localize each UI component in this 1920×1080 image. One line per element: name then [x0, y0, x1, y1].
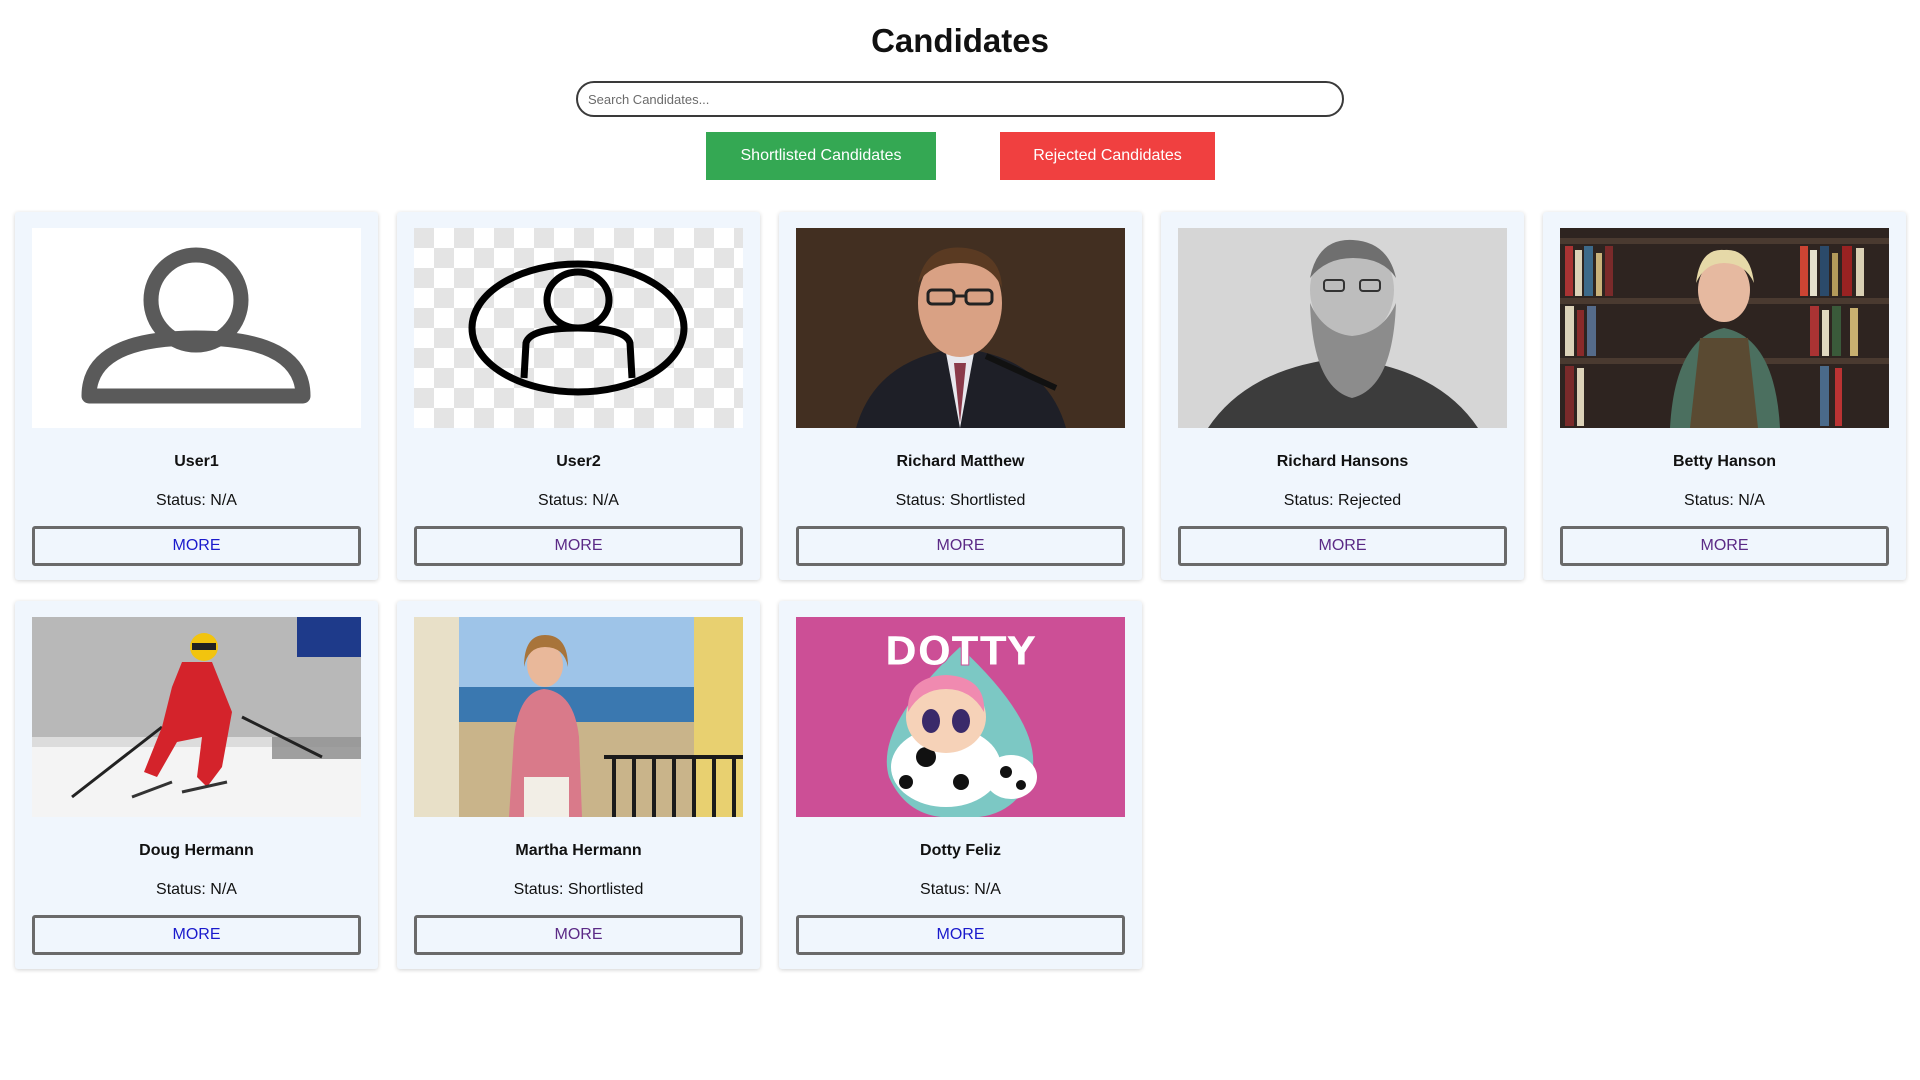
candidate-name: Richard Hansons — [1276, 453, 1409, 470]
candidate-card: Betty Hanson Status: N/A MORE — [1543, 212, 1906, 580]
more-button[interactable]: MORE — [1560, 526, 1889, 566]
person-circle-icon — [414, 228, 743, 428]
candidate-name: Richard Matthew — [896, 453, 1025, 470]
man-with-microphone-photo — [796, 228, 1125, 428]
candidate-status: Status: Rejected — [1283, 492, 1402, 509]
candidate-status: Status: N/A — [538, 492, 619, 509]
skier-photo — [32, 617, 361, 817]
dotty-doll-photo: DOTTY — [796, 617, 1125, 817]
candidate-name: Martha Hermann — [515, 842, 642, 859]
candidate-name: Dotty Feliz — [920, 842, 1001, 859]
more-button[interactable]: MORE — [32, 526, 361, 566]
more-button[interactable]: MORE — [32, 915, 361, 955]
svg-text:DOTTY: DOTTY — [884, 629, 1037, 675]
woman-on-balcony-photo — [414, 617, 743, 817]
candidate-name: Betty Hanson — [1672, 453, 1777, 470]
more-button[interactable]: MORE — [1178, 526, 1507, 566]
person-outline-icon — [32, 228, 361, 428]
candidate-name: User2 — [556, 453, 601, 470]
more-button[interactable]: MORE — [414, 526, 743, 566]
bearded-man-engraving-photo — [1178, 228, 1507, 428]
search-bar — [576, 81, 1344, 117]
woman-at-bookshelf-photo — [1560, 228, 1889, 428]
candidate-name: Doug Hermann — [139, 842, 254, 859]
candidate-status: Status: Shortlisted — [513, 881, 644, 898]
more-button[interactable]: MORE — [414, 915, 743, 955]
candidate-status: Status: N/A — [1684, 492, 1765, 509]
candidate-card: Martha Hermann Status: Shortlisted MORE — [397, 601, 760, 969]
candidate-grid: User1 Status: N/A MORE User2 Status: N/A… — [15, 212, 1906, 969]
candidate-status: Status: Shortlisted — [895, 492, 1026, 509]
page-title: Candidates — [871, 22, 1049, 59]
more-button[interactable]: MORE — [796, 915, 1125, 955]
more-button[interactable]: MORE — [796, 526, 1125, 566]
candidate-card: DOTTY Dotty Feliz Status: N/A MORE — [779, 601, 1142, 969]
candidate-card: Doug Hermann Status: N/A MORE — [15, 601, 378, 969]
shortlisted-candidates-button[interactable]: Shortlisted Candidates — [706, 132, 936, 180]
candidate-name: User1 — [174, 453, 219, 470]
candidate-card: User1 Status: N/A MORE — [15, 212, 378, 580]
search-input[interactable] — [576, 81, 1344, 117]
candidate-status: Status: N/A — [156, 492, 237, 509]
candidate-card: Richard Matthew Status: Shortlisted MORE — [779, 212, 1142, 580]
candidate-status: Status: N/A — [920, 881, 1001, 898]
candidate-card: Richard Hansons Status: Rejected MORE — [1161, 212, 1524, 580]
candidate-status: Status: N/A — [156, 881, 237, 898]
rejected-candidates-button[interactable]: Rejected Candidates — [1000, 132, 1215, 180]
candidate-card: User2 Status: N/A MORE — [397, 212, 760, 580]
